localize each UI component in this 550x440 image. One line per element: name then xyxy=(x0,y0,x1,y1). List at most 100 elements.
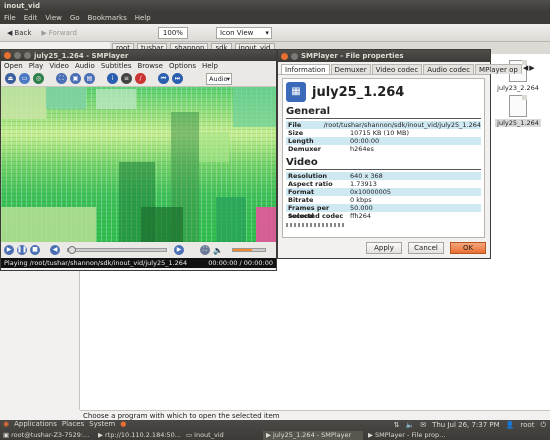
globe-icon[interactable]: ◎ xyxy=(33,73,44,84)
terminal-icon: ▣ xyxy=(3,431,10,439)
task-smplayer[interactable]: ▶ july25_1.264 - SMPlayer xyxy=(263,430,363,440)
task-terminal[interactable]: ▣ root@tushar-Z3-7529:... xyxy=(0,431,93,440)
taskbar: ▣ root@tushar-Z3-7529:... ▶ rtp://10.110… xyxy=(0,430,550,440)
menu-go[interactable]: Go xyxy=(70,12,80,24)
information-panel[interactable]: ▦ july25_1.264 General File/root/tushar/… xyxy=(282,78,485,238)
pause-icon[interactable]: ❚❚ xyxy=(17,245,27,255)
video-display[interactable] xyxy=(1,87,276,242)
tab-information[interactable]: Information xyxy=(281,64,330,74)
close-window-icon[interactable] xyxy=(281,52,288,60)
menu-places[interactable]: Places xyxy=(62,420,84,430)
fullscreen-icon[interactable]: ⛶ xyxy=(56,73,67,84)
stop-icon[interactable]: ■ xyxy=(30,245,40,255)
clock[interactable]: Thu Jul 26, 7:37 PM xyxy=(432,421,500,429)
ok-button[interactable]: OK xyxy=(450,242,486,254)
video-heading: Video xyxy=(286,157,318,168)
menu-help[interactable]: Help xyxy=(202,61,218,71)
tab-demuxer[interactable]: Demuxer xyxy=(330,64,371,74)
seek-handle[interactable] xyxy=(68,246,76,254)
menu-view[interactable]: View xyxy=(45,12,62,24)
menu-audio[interactable]: Audio xyxy=(75,61,95,71)
menu-browse[interactable]: Browse xyxy=(138,61,164,71)
wand-icon[interactable]: / xyxy=(135,73,146,84)
divider xyxy=(286,169,481,170)
ubuntu-logo-icon[interactable]: ◉ xyxy=(3,420,9,430)
smplayer-titlebar: july25_1.264 - SMPlayer xyxy=(1,50,276,61)
menu-applications[interactable]: Applications xyxy=(14,420,57,430)
property-value: 50.000 xyxy=(350,204,373,212)
menu-file[interactable]: File xyxy=(4,12,16,24)
document-icon xyxy=(509,95,527,117)
volume-icon[interactable]: 🔈 xyxy=(405,421,414,429)
previous-icon[interactable]: ⏮ xyxy=(158,73,169,84)
video-artifact xyxy=(199,132,229,162)
menu-open[interactable]: Open xyxy=(4,61,23,71)
eject-icon[interactable]: ⏏ xyxy=(5,73,16,84)
smplayer-window: july25_1.264 - SMPlayer Open Play Video … xyxy=(0,49,277,271)
property-key: Selected codec xyxy=(288,212,344,220)
next-icon[interactable]: ⏭ xyxy=(172,73,183,84)
property-value: 0 kbps xyxy=(350,196,372,204)
mail-icon[interactable]: ✉ xyxy=(420,421,426,429)
play-icon[interactable]: ▶ xyxy=(4,245,14,255)
rewind-icon[interactable]: ◀ xyxy=(50,245,60,255)
seek-slider[interactable] xyxy=(67,246,167,254)
cancel-button[interactable]: Cancel xyxy=(408,242,444,254)
minimize-window-icon[interactable] xyxy=(291,52,298,60)
video-artifact xyxy=(141,207,183,242)
task-label: SMPlayer - File prop... xyxy=(375,431,446,439)
menu-subtitles[interactable]: Subtitles xyxy=(101,61,132,71)
menu-edit[interactable]: Edit xyxy=(24,12,38,24)
menu-play[interactable]: Play xyxy=(29,61,44,71)
dialog-title: SMPlayer - File properties xyxy=(301,52,404,60)
zoom-level[interactable]: 100% xyxy=(157,26,188,39)
open-folder-icon[interactable]: ▭ xyxy=(19,73,30,84)
forward-button[interactable]: ▶ Forward xyxy=(38,26,80,40)
tab-scroll-left-icon[interactable]: ◀ xyxy=(523,64,528,74)
film-icon: ▦ xyxy=(286,82,306,102)
system-tray: ⇅ 🔈 ✉ Thu Jul 26, 7:37 PM 👤 root ⏻ xyxy=(394,420,550,430)
player-icon: ▶ xyxy=(368,431,373,439)
tab-video-codec[interactable]: Video codec xyxy=(371,64,423,74)
task-rtp-stream[interactable]: ▶ rtp://10.110.2.184:50... xyxy=(95,431,181,440)
close-window-icon[interactable] xyxy=(4,52,11,59)
minimize-window-icon[interactable] xyxy=(14,52,21,59)
forward-icon[interactable]: ▶ xyxy=(174,245,184,255)
player-status-bar: Playing /root/tushar/shannon/sdk/inout_v… xyxy=(1,258,276,268)
menu-bookmarks[interactable]: Bookmarks xyxy=(88,12,127,24)
menu-help[interactable]: Help xyxy=(135,12,151,24)
property-key: Demuxer xyxy=(288,145,322,153)
power-icon[interactable]: ⏻ xyxy=(540,421,546,430)
menu-options[interactable]: Options xyxy=(169,61,196,71)
file-properties-dialog: SMPlayer - File properties Information D… xyxy=(277,49,535,259)
file-item-selected[interactable]: july25_1.264 xyxy=(495,95,541,127)
video-artifact xyxy=(96,89,136,109)
property-value: 00:00:00 xyxy=(350,137,380,145)
smplayer-menubar: Open Play Video Audio Subtitles Browse O… xyxy=(1,61,276,71)
screenshot-icon[interactable]: ▤ xyxy=(84,73,95,84)
volume-slider[interactable] xyxy=(231,248,266,252)
browser-icon[interactable]: ● xyxy=(120,420,126,430)
user-icon[interactable]: 👤 xyxy=(506,421,515,429)
tab-mplayer-options[interactable]: MPlayer op xyxy=(475,64,522,74)
audio-track-select[interactable]: Audio xyxy=(206,72,232,85)
tab-audio-codec[interactable]: Audio codec xyxy=(423,64,475,74)
apply-button[interactable]: Apply xyxy=(366,242,402,254)
tab-scroll-right-icon[interactable]: ▶ xyxy=(529,64,534,74)
view-mode-select[interactable]: Icon View xyxy=(215,26,272,39)
playlist-icon[interactable]: ≡ xyxy=(121,73,132,84)
fullscreen-toggle-icon[interactable]: ⛶ xyxy=(200,245,210,255)
task-file-properties[interactable]: ▶ SMPlayer - File prop... xyxy=(365,431,460,440)
file-manager-menubar: File Edit View Go Bookmarks Help xyxy=(0,12,550,24)
speaker-icon[interactable]: 🔈 xyxy=(213,246,223,255)
info-icon[interactable]: i xyxy=(107,73,118,84)
back-button[interactable]: ◀ Back xyxy=(4,26,34,40)
menu-video[interactable]: Video xyxy=(49,61,69,71)
network-icon[interactable]: ⇅ xyxy=(394,421,400,429)
menu-system[interactable]: System xyxy=(89,420,115,430)
username[interactable]: root xyxy=(520,421,534,429)
task-file-manager[interactable]: ▭ inout_vid xyxy=(183,431,261,440)
compact-icon[interactable]: ▣ xyxy=(70,73,81,84)
maximize-window-icon[interactable] xyxy=(24,52,31,59)
property-value: 10715 KB (10 MB) xyxy=(350,129,410,137)
